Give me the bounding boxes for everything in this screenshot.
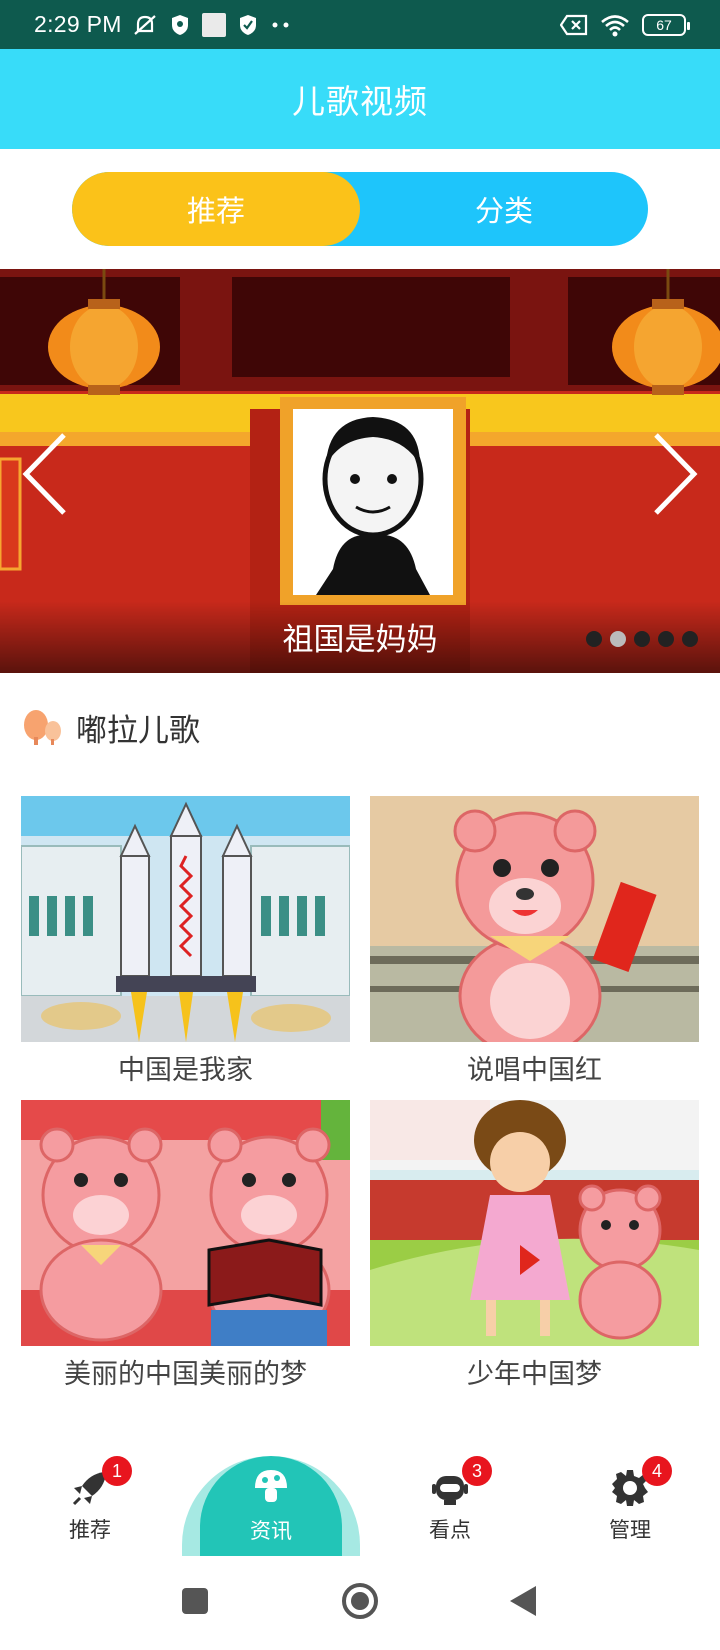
- tab-recommend[interactable]: 推荐: [72, 172, 360, 246]
- status-time: 2:29 PM: [34, 11, 122, 37]
- video-thumbnail-bears-book: [21, 1100, 350, 1346]
- section-title: 嘟拉儿歌: [76, 712, 200, 749]
- status-icons-left: [132, 12, 292, 37]
- nav-item-highlights[interactable]: 3 看点: [360, 1452, 540, 1556]
- video-card[interactable]: 中国是我家: [20, 796, 351, 1096]
- video-card[interactable]: 说唱中国红: [370, 796, 699, 1096]
- segment-tabs: 推荐 分类: [72, 172, 648, 246]
- carousel-dots: [586, 631, 698, 647]
- carousel-prev-icon[interactable]: [16, 429, 76, 519]
- more-dots-icon: [272, 22, 289, 27]
- video-card[interactable]: 美丽的中国美丽的梦: [21, 1100, 350, 1400]
- nav-label: 看点: [429, 1518, 471, 1542]
- nav-badge: 3: [462, 1456, 492, 1486]
- banner-carousel[interactable]: 祖国是妈妈: [0, 269, 720, 673]
- battery-icon: 67: [642, 13, 690, 36]
- page-title: 儿歌视频: [292, 82, 428, 121]
- section-header: 嘟拉儿歌: [22, 700, 200, 754]
- video-title: 中国是我家: [118, 1055, 253, 1086]
- carousel-dot[interactable]: [586, 631, 602, 647]
- video-thumbnail-girl-bear: [370, 1100, 699, 1346]
- nav-badge: 1: [102, 1456, 132, 1486]
- video-title: 美丽的中国美丽的梦: [64, 1359, 307, 1390]
- carousel-next-icon[interactable]: [644, 429, 704, 519]
- video-card[interactable]: 少年中国梦: [370, 1100, 699, 1400]
- system-nav-bar: [0, 1556, 720, 1650]
- home-icon[interactable]: [341, 1582, 379, 1620]
- app-header: 儿歌视频: [0, 49, 720, 149]
- tab-category[interactable]: 分类: [360, 172, 648, 246]
- nav-item-manage[interactable]: 4 管理: [540, 1452, 720, 1556]
- sim-card-x-icon: [560, 14, 588, 35]
- wifi-icon: [601, 14, 629, 36]
- nav-item-recommend[interactable]: 1 推荐: [0, 1452, 180, 1556]
- nav-icon-wrap: 3: [430, 1456, 492, 1508]
- nav-icon-wrap: 4: [610, 1456, 672, 1508]
- carousel-dot-active[interactable]: [610, 631, 626, 647]
- nav-badge: 4: [642, 1456, 672, 1486]
- shield-icon: [171, 14, 188, 35]
- mute-icon: [134, 14, 156, 35]
- status-bar: 2:29 PM 67: [0, 0, 720, 49]
- nav-icon-wrap: 1: [70, 1456, 132, 1508]
- recent-apps-icon[interactable]: [180, 1586, 210, 1616]
- bottom-nav: 1 推荐 3 看点 4 管理: [0, 1452, 720, 1556]
- nav-label: 推荐: [69, 1518, 111, 1542]
- nav-label: 管理: [609, 1518, 651, 1542]
- carousel-dot[interactable]: [682, 631, 698, 647]
- carousel-dot[interactable]: [658, 631, 674, 647]
- video-thumbnail-bear-card: [370, 796, 699, 1058]
- shield-check-icon: [239, 14, 256, 35]
- carousel-dot[interactable]: [634, 631, 650, 647]
- video-title: 说唱中国红: [467, 1055, 602, 1086]
- video-thumbnail-rocket: [20, 796, 351, 1042]
- tree-icon: [24, 710, 61, 745]
- notification-square-icon: [201, 12, 226, 37]
- nav-label: 资讯: [250, 1519, 292, 1543]
- video-title: 少年中国梦: [467, 1359, 602, 1390]
- status-icons-right: 67: [560, 13, 690, 37]
- mushroom-icon: [255, 1470, 287, 1502]
- back-icon[interactable]: [508, 1584, 538, 1618]
- screen: 2:29 PM 67 儿歌视频 推荐 分类 祖国是妈妈 嘟拉儿歌 中国是我家 说…: [0, 0, 720, 1650]
